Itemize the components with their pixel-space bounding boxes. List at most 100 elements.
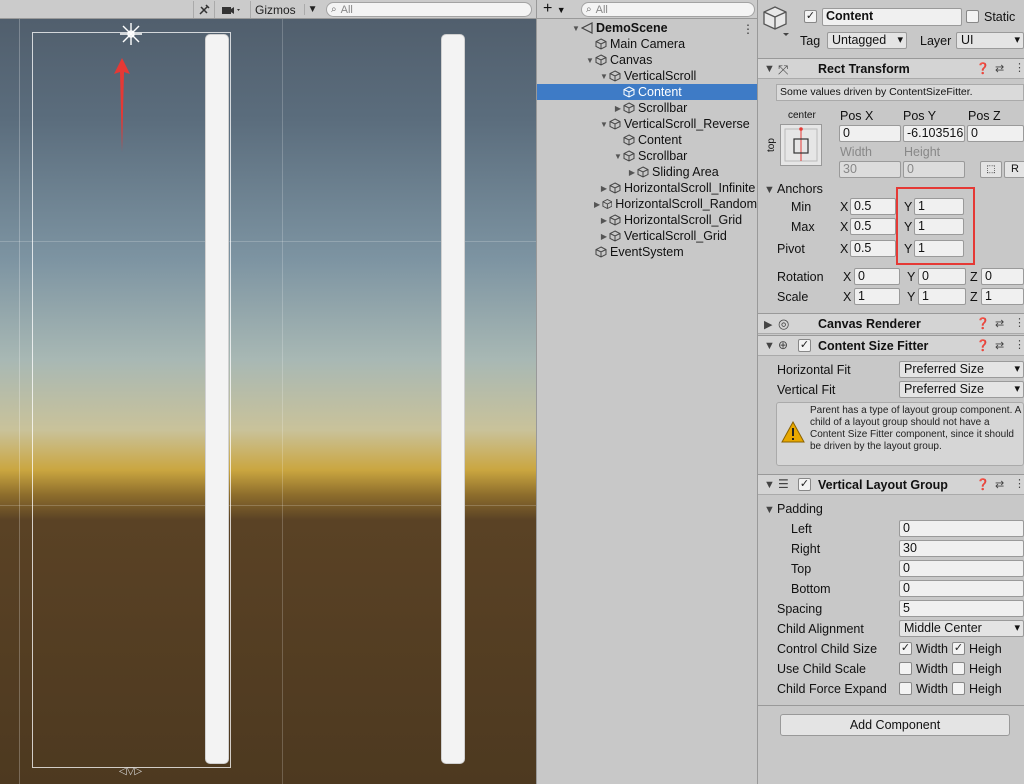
hierarchy-item[interactable]: Main Camera xyxy=(537,36,757,52)
preset-icon[interactable]: ⇄ xyxy=(995,317,1004,330)
scale-width-checkbox[interactable] xyxy=(899,662,912,675)
camera-icon[interactable] xyxy=(214,1,248,18)
horizontal-fit-dropdown[interactable]: Preferred Size xyxy=(899,361,1024,378)
hierarchy-item[interactable]: ▶ Sliding Area xyxy=(537,164,757,180)
width-input[interactable]: 30 xyxy=(839,161,901,178)
fold-open-icon[interactable]: ▼ xyxy=(599,120,609,129)
preset-icon[interactable]: ⇄ xyxy=(995,62,1004,75)
expand-width-checkbox[interactable] xyxy=(899,682,912,695)
active-checkbox[interactable]: ✓ xyxy=(804,10,817,23)
vertical-layout-group-header[interactable]: ▼ ☰ ✓ Vertical Layout Group ❓ ⇄ ⋮ xyxy=(758,474,1024,495)
control-width-checkbox[interactable]: ✓ xyxy=(899,642,912,655)
padding-right-input[interactable]: 30 xyxy=(899,540,1024,557)
tools-icon[interactable] xyxy=(193,1,213,18)
more-options-icon[interactable]: ⋮ xyxy=(1014,61,1024,74)
anchor-presets-button[interactable] xyxy=(780,124,822,166)
padding-bottom-input[interactable]: 0 xyxy=(899,580,1024,597)
scale-y-input[interactable]: 1 xyxy=(918,288,966,305)
canvas-renderer-header[interactable]: ▶ ◎ Canvas Renderer ❓ ⇄ ⋮ xyxy=(758,313,1024,334)
rotation-z-input[interactable]: 0 xyxy=(981,268,1024,285)
layer-dropdown[interactable]: UI xyxy=(956,32,1024,49)
fold-open-icon[interactable]: ▼ xyxy=(585,56,595,65)
hierarchy-item[interactable]: ▼ VerticalScroll xyxy=(537,68,757,84)
raw-edit-button[interactable]: R xyxy=(1004,161,1024,178)
gizmos-dropdown[interactable]: Gizmos ▼ xyxy=(250,1,318,18)
hierarchy-item[interactable]: ▼ Canvas xyxy=(537,52,757,68)
content-size-fitter-enabled-checkbox[interactable]: ✓ xyxy=(798,339,811,352)
preset-icon[interactable]: ⇄ xyxy=(995,339,1004,352)
preset-icon[interactable]: ⇄ xyxy=(995,478,1004,491)
scale-x-input[interactable]: 1 xyxy=(854,288,900,305)
scene-view[interactable]: Gizmos ▼ ⌕ All ◁▽▷ xyxy=(0,0,536,784)
expand-height-checkbox[interactable] xyxy=(952,682,965,695)
help-icon[interactable]: ❓ xyxy=(976,339,990,352)
scale-z-input[interactable]: 1 xyxy=(981,288,1024,305)
object-name-input[interactable]: Content xyxy=(822,8,962,26)
more-options-icon[interactable]: ⋮ xyxy=(1014,338,1024,351)
content-size-fitter-header[interactable]: ▼ ⊕ ✓ Content Size Fitter ❓ ⇄ ⋮ xyxy=(758,335,1024,356)
padding-top-input[interactable]: 0 xyxy=(899,560,1024,577)
pivot-x-input[interactable]: 0.5 xyxy=(850,240,896,257)
spacing-input[interactable]: 5 xyxy=(899,600,1024,617)
hierarchy-item[interactable]: EventSystem xyxy=(537,244,757,260)
more-options-icon[interactable]: ⋮ xyxy=(742,22,754,36)
fold-closed-icon[interactable]: ▶ xyxy=(599,232,609,241)
padding-left-input[interactable]: 0 xyxy=(899,520,1024,537)
scrollbar-track-left[interactable] xyxy=(205,34,229,764)
pos-y-input[interactable]: -6.103516 xyxy=(903,125,965,142)
tag-dropdown[interactable]: Untagged xyxy=(827,32,907,49)
fold-closed-icon[interactable]: ▶ xyxy=(593,200,602,209)
height-input[interactable]: 0 xyxy=(903,161,965,178)
help-icon[interactable]: ❓ xyxy=(976,317,990,330)
scale-height-checkbox[interactable] xyxy=(952,662,965,675)
fold-closed-icon[interactable]: ▶ xyxy=(764,318,772,331)
hierarchy-item[interactable]: ▼ VerticalScroll_Reverse xyxy=(537,116,757,132)
fold-open-icon[interactable]: ▼ xyxy=(764,340,775,352)
hierarchy-item[interactable]: ▼ Scrollbar xyxy=(537,148,757,164)
hierarchy-item[interactable]: ▶ HorizontalScroll_Grid xyxy=(537,212,757,228)
scene-search-input[interactable]: ⌕ All xyxy=(326,2,532,17)
fold-open-icon[interactable]: ▼ xyxy=(764,63,775,75)
child-alignment-dropdown[interactable]: Middle Center xyxy=(899,620,1024,637)
anchor-min-x-input[interactable]: 0.5 xyxy=(850,198,896,215)
fold-closed-icon[interactable]: ▶ xyxy=(613,104,623,113)
vertical-fit-dropdown[interactable]: Preferred Size xyxy=(899,381,1024,398)
static-checkbox[interactable] xyxy=(966,10,979,23)
blueprint-mode-button[interactable]: ⬚ xyxy=(980,161,1002,178)
help-icon[interactable]: ❓ xyxy=(976,62,990,75)
hierarchy-item[interactable]: ▶ HorizontalScroll_Random xyxy=(537,196,757,212)
pos-x-input[interactable]: 0 xyxy=(839,125,901,142)
fold-open-icon[interactable]: ▼ xyxy=(571,24,581,33)
help-icon[interactable]: ❓ xyxy=(976,478,990,491)
rect-transform-header[interactable]: ▼ ⤧ Rect Transform ❓ ⇄ ⋮ xyxy=(758,58,1024,79)
scrollbar-track-right[interactable] xyxy=(441,34,465,764)
hierarchy-item[interactable]: Content xyxy=(537,84,757,100)
add-component-button[interactable]: Add Component xyxy=(780,714,1010,736)
fold-open-icon[interactable]: ▼ xyxy=(599,72,609,81)
rotation-y-input[interactable]: 0 xyxy=(918,268,966,285)
anchor-max-x-input[interactable]: 0.5 xyxy=(850,218,896,235)
pivot-gizmo-icon[interactable] xyxy=(119,22,143,49)
hierarchy-search-input[interactable]: ⌕ All xyxy=(581,2,755,17)
hierarchy-item[interactable]: Content xyxy=(537,132,757,148)
vertical-layout-enabled-checkbox[interactable]: ✓ xyxy=(798,478,811,491)
more-options-icon[interactable]: ⋮ xyxy=(1014,316,1024,329)
hierarchy-item[interactable]: ▶ Scrollbar xyxy=(537,100,757,116)
fold-open-icon[interactable]: ▼ xyxy=(613,152,623,161)
control-height-checkbox[interactable]: ✓ xyxy=(952,642,965,655)
create-button[interactable]: + ▼ xyxy=(543,0,566,19)
fold-open-icon[interactable]: ▼ xyxy=(764,184,775,196)
layout-warning-box: Parent has a type of layout group compon… xyxy=(776,402,1024,466)
hierarchy-item[interactable]: ▼ DemoScene xyxy=(537,20,757,36)
fold-open-icon[interactable]: ▼ xyxy=(764,479,775,491)
cube-icon xyxy=(609,182,621,194)
fold-closed-icon[interactable]: ▶ xyxy=(599,184,609,193)
pos-z-input[interactable]: 0 xyxy=(967,125,1024,142)
rotation-x-input[interactable]: 0 xyxy=(854,268,900,285)
fold-open-icon[interactable]: ▼ xyxy=(764,504,775,516)
hierarchy-item[interactable]: ▶ HorizontalScroll_Infinite xyxy=(537,180,757,196)
more-options-icon[interactable]: ⋮ xyxy=(1014,477,1024,490)
fold-closed-icon[interactable]: ▶ xyxy=(627,168,637,177)
fold-closed-icon[interactable]: ▶ xyxy=(599,216,609,225)
hierarchy-item[interactable]: ▶ VerticalScroll_Grid xyxy=(537,228,757,244)
